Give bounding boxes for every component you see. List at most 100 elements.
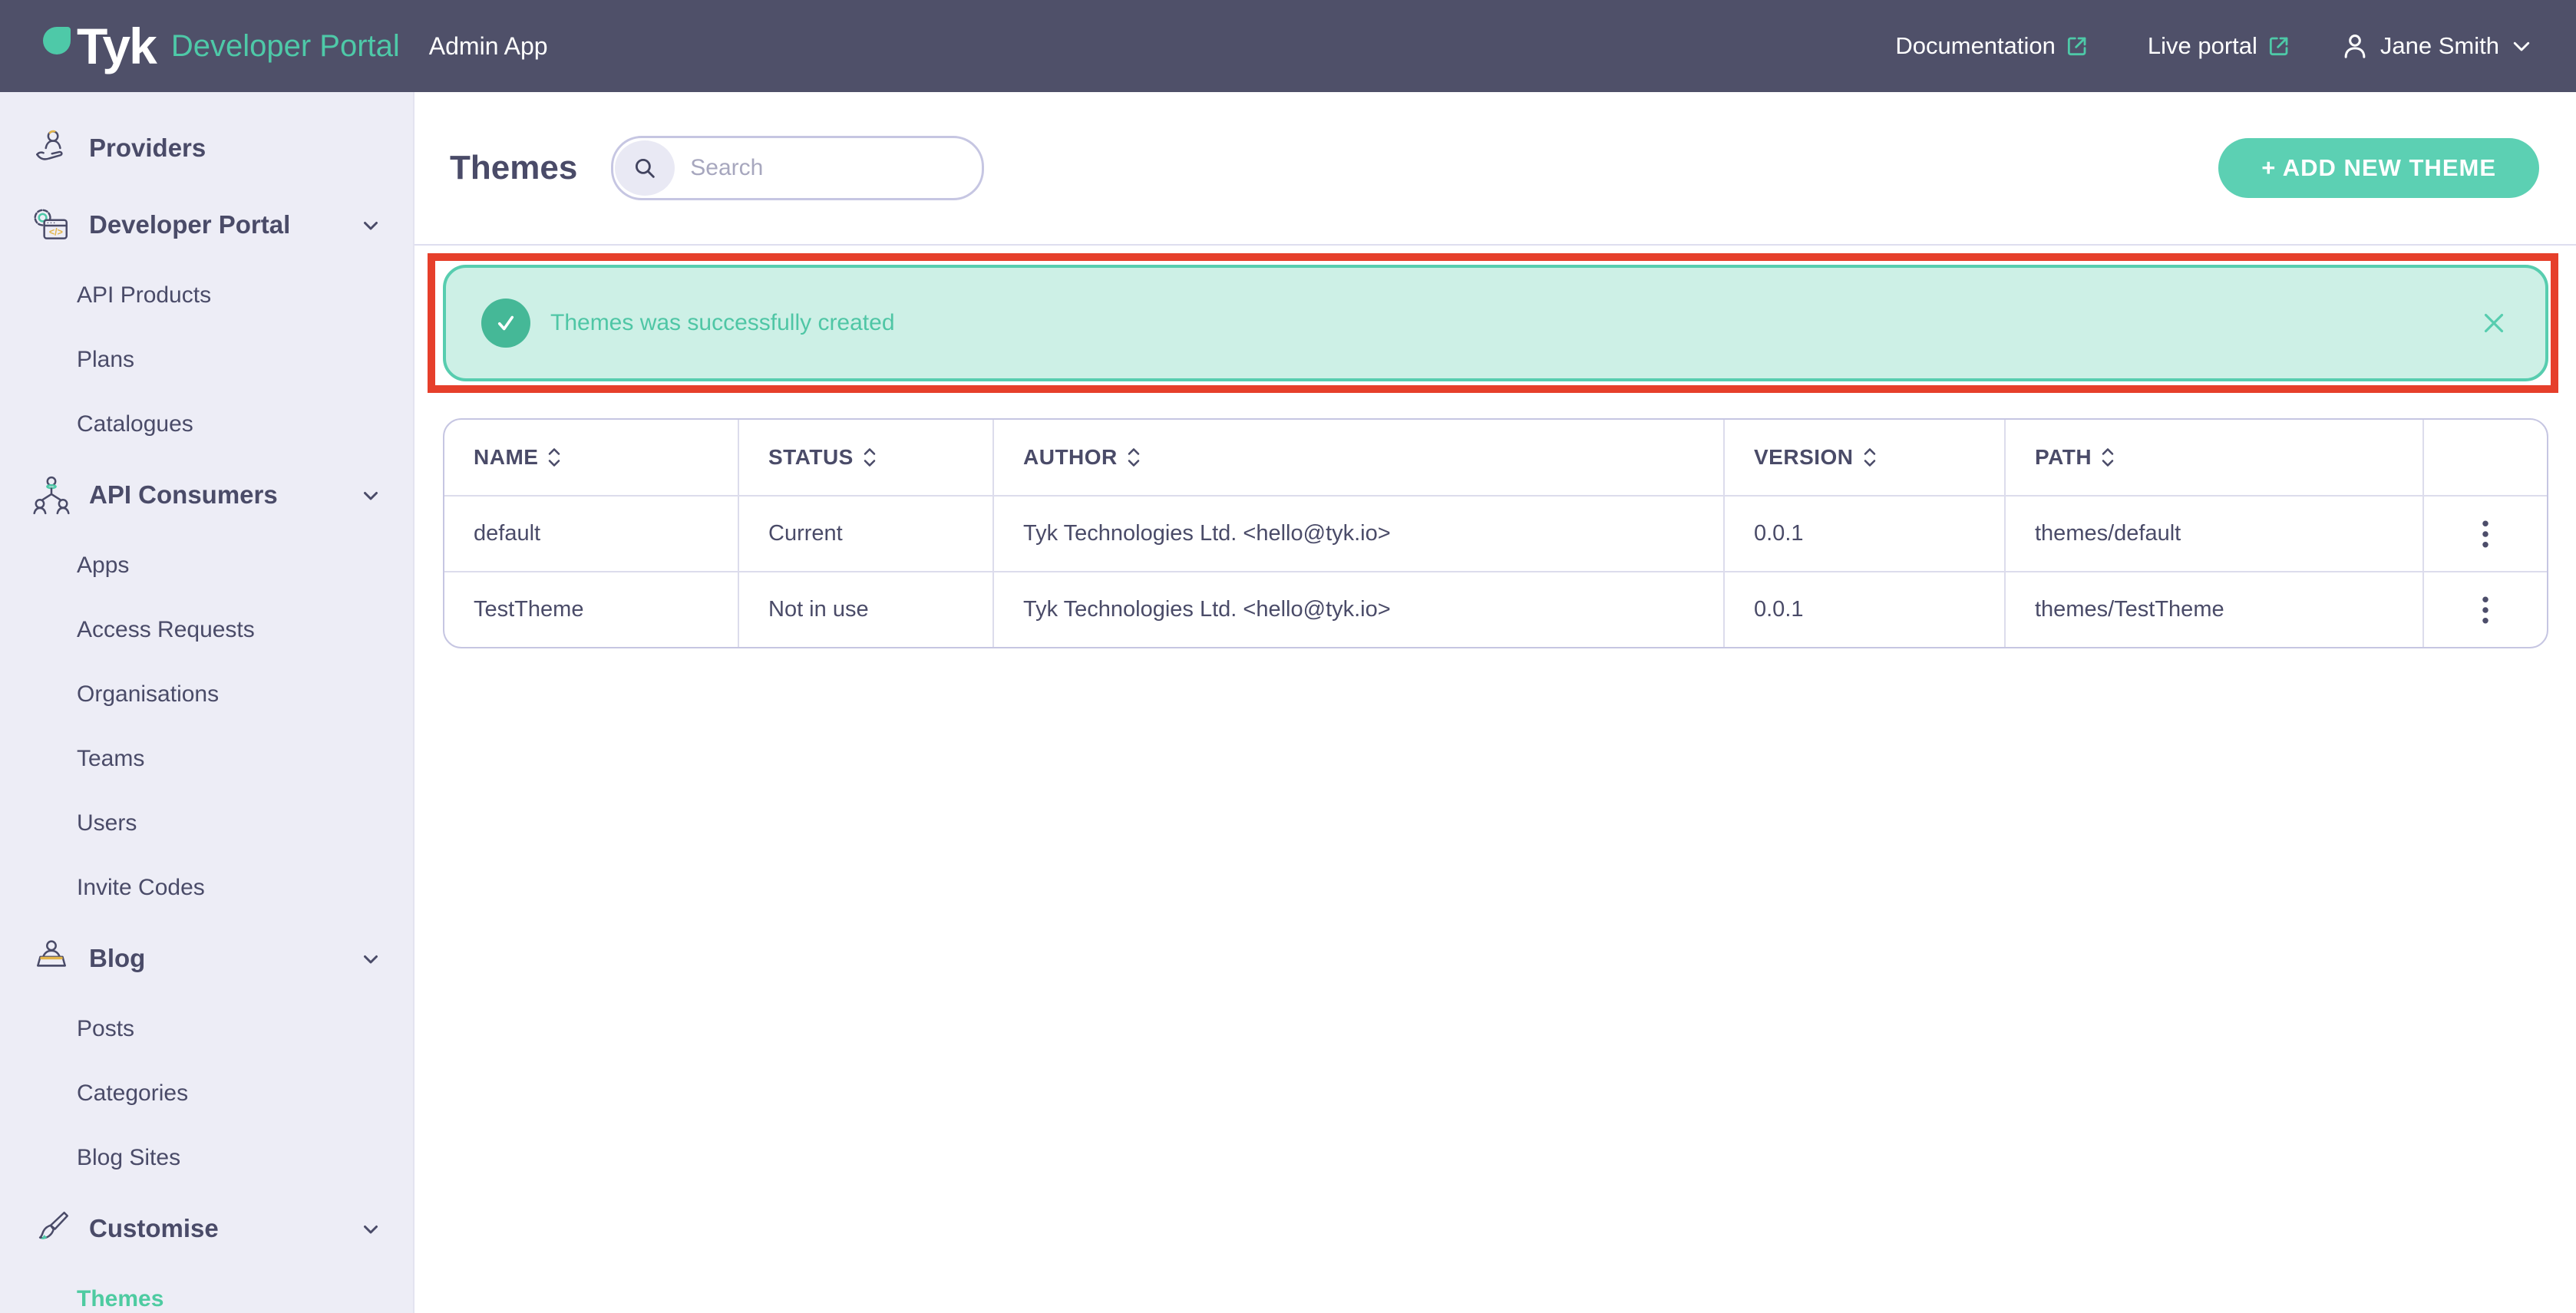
user-menu[interactable]: Jane Smith xyxy=(2340,31,2533,61)
column-label: AUTHOR xyxy=(1023,445,1118,470)
sidebar-item-access-requests[interactable]: Access Requests xyxy=(0,598,413,662)
add-new-theme-button[interactable]: + ADD NEW THEME xyxy=(2218,138,2539,198)
sidebar-item-api-products[interactable]: API Products xyxy=(0,263,413,328)
chevron-down-icon xyxy=(2510,35,2533,58)
documentation-label: Documentation xyxy=(1895,32,2056,60)
sidebar-item-label: Users xyxy=(77,810,137,836)
sidebar-item-apps[interactable]: Apps xyxy=(0,533,413,598)
sidebar-item-label: Teams xyxy=(77,746,144,772)
column-label: STATUS xyxy=(768,445,854,470)
chevron-down-icon[interactable] xyxy=(359,213,382,236)
external-link-icon xyxy=(2065,34,2089,58)
customise-icon xyxy=(31,1208,72,1249)
column-label: PATH xyxy=(2035,445,2092,470)
check-circle-icon xyxy=(481,299,530,348)
column-header-version[interactable]: VERSION xyxy=(1725,420,2006,495)
column-header-status[interactable]: STATUS xyxy=(739,420,994,495)
column-header-name[interactable]: NAME xyxy=(444,420,739,495)
sidebar-item-label: Providers xyxy=(89,134,206,163)
page-title: Themes xyxy=(450,149,577,187)
row-actions-button[interactable] xyxy=(2472,587,2498,633)
sidebar-item-label: API Consumers xyxy=(89,480,278,510)
sidebar-item-users[interactable]: Users xyxy=(0,791,413,856)
sidebar-item-catalogues[interactable]: Catalogues xyxy=(0,392,413,457)
sidebar-item-invite-codes[interactable]: Invite Codes xyxy=(0,856,413,920)
blog-icon xyxy=(31,938,72,979)
user-name: Jane Smith xyxy=(2380,32,2499,60)
api-consumers-icon xyxy=(31,474,72,516)
sidebar-item-label: API Products xyxy=(77,282,211,308)
sidebar-item-posts[interactable]: Posts xyxy=(0,997,413,1061)
sidebar-item-label: Blog xyxy=(89,944,145,973)
column-header-actions xyxy=(2424,420,2547,495)
sort-icon xyxy=(1127,447,1141,468)
topbar: Tyk Developer Portal Admin App Documenta… xyxy=(0,0,2576,92)
sidebar-item-api-consumers[interactable]: API Consumers xyxy=(0,457,413,533)
themes-content: Themes was successfully created NAME xyxy=(414,246,2576,1313)
cell-status: Not in use xyxy=(739,572,994,647)
sidebar-item-label: Invite Codes xyxy=(77,875,205,901)
sidebar-item-label: Apps xyxy=(77,553,129,579)
cell-path: themes/TestTheme xyxy=(2006,572,2424,647)
sort-icon xyxy=(547,447,561,468)
cell-version: 0.0.1 xyxy=(1725,496,2006,571)
sidebar-item-providers[interactable]: Providers xyxy=(0,110,413,186)
sidebar-item-plans[interactable]: Plans xyxy=(0,328,413,392)
brand-name: Tyk xyxy=(77,21,156,71)
app-label: Admin App xyxy=(429,32,548,61)
column-header-path[interactable]: PATH xyxy=(2006,420,2424,495)
tyk-logo[interactable]: Tyk Developer Portal xyxy=(43,21,400,71)
topbar-right: Documentation Live portal xyxy=(1895,31,2533,61)
alert-close-button[interactable] xyxy=(2472,301,2516,345)
live-portal-label: Live portal xyxy=(2148,32,2257,60)
row-actions-button[interactable] xyxy=(2472,511,2498,557)
brand-suffix: Developer Portal xyxy=(171,29,400,64)
tyk-admin-app: Tyk Developer Portal Admin App Documenta… xyxy=(0,0,2576,1313)
sort-icon xyxy=(2101,447,2115,468)
sidebar-item-teams[interactable]: Teams xyxy=(0,727,413,791)
themes-table: NAME STATUS AUTHOR xyxy=(443,418,2548,648)
column-header-author[interactable]: AUTHOR xyxy=(994,420,1725,495)
sidebar-item-label: Access Requests xyxy=(77,617,255,643)
sidebar-item-developer-portal[interactable]: </> Developer Portal xyxy=(0,186,413,263)
sidebar-item-label: Plans xyxy=(77,347,134,373)
cell-version: 0.0.1 xyxy=(1725,572,2006,647)
success-alert: Themes was successfully created xyxy=(443,265,2548,381)
sort-icon xyxy=(863,447,877,468)
live-portal-link[interactable]: Live portal xyxy=(2148,32,2291,60)
sidebar-item-label: Posts xyxy=(77,1016,134,1042)
sidebar-item-label: Developer Portal xyxy=(89,210,290,239)
sidebar-item-customise[interactable]: Customise xyxy=(0,1190,413,1267)
sidebar-item-themes[interactable]: Themes xyxy=(0,1267,413,1313)
sidebar-item-label: Organisations xyxy=(77,681,219,708)
cell-actions xyxy=(2424,572,2547,647)
search-icon xyxy=(615,140,675,196)
sidebar-item-categories[interactable]: Categories xyxy=(0,1061,413,1126)
chevron-down-icon[interactable] xyxy=(359,1217,382,1240)
sidebar: Providers </> Developer Portal xyxy=(0,92,414,1313)
alert-message: Themes was successfully created xyxy=(550,310,895,336)
sidebar-item-label: Catalogues xyxy=(77,411,193,437)
table-row: TestTheme Not in use Tyk Technologies Lt… xyxy=(444,571,2547,647)
svg-text:</>: </> xyxy=(49,227,63,238)
cell-author: Tyk Technologies Ltd. <hello@tyk.io> xyxy=(994,496,1725,571)
sidebar-item-organisations[interactable]: Organisations xyxy=(0,662,413,727)
documentation-link[interactable]: Documentation xyxy=(1895,32,2089,60)
column-label: NAME xyxy=(474,445,538,470)
cell-actions xyxy=(2424,496,2547,571)
cell-name: TestTheme xyxy=(444,572,739,647)
sidebar-item-label: Categories xyxy=(77,1080,188,1107)
chevron-down-icon[interactable] xyxy=(359,483,382,506)
external-link-icon xyxy=(2267,34,2291,58)
sidebar-item-blog[interactable]: Blog xyxy=(0,920,413,997)
cell-author: Tyk Technologies Ltd. <hello@tyk.io> xyxy=(994,572,1725,647)
chevron-down-icon[interactable] xyxy=(359,947,382,970)
sidebar-item-blog-sites[interactable]: Blog Sites xyxy=(0,1126,413,1190)
cell-path: themes/default xyxy=(2006,496,2424,571)
search-input[interactable] xyxy=(675,155,966,181)
cell-name: default xyxy=(444,496,739,571)
cell-status: Current xyxy=(739,496,994,571)
user-icon xyxy=(2340,31,2370,61)
main-content: Themes + ADD NEW THEME xyxy=(414,92,2576,1313)
sidebar-item-label: Customise xyxy=(89,1214,219,1243)
